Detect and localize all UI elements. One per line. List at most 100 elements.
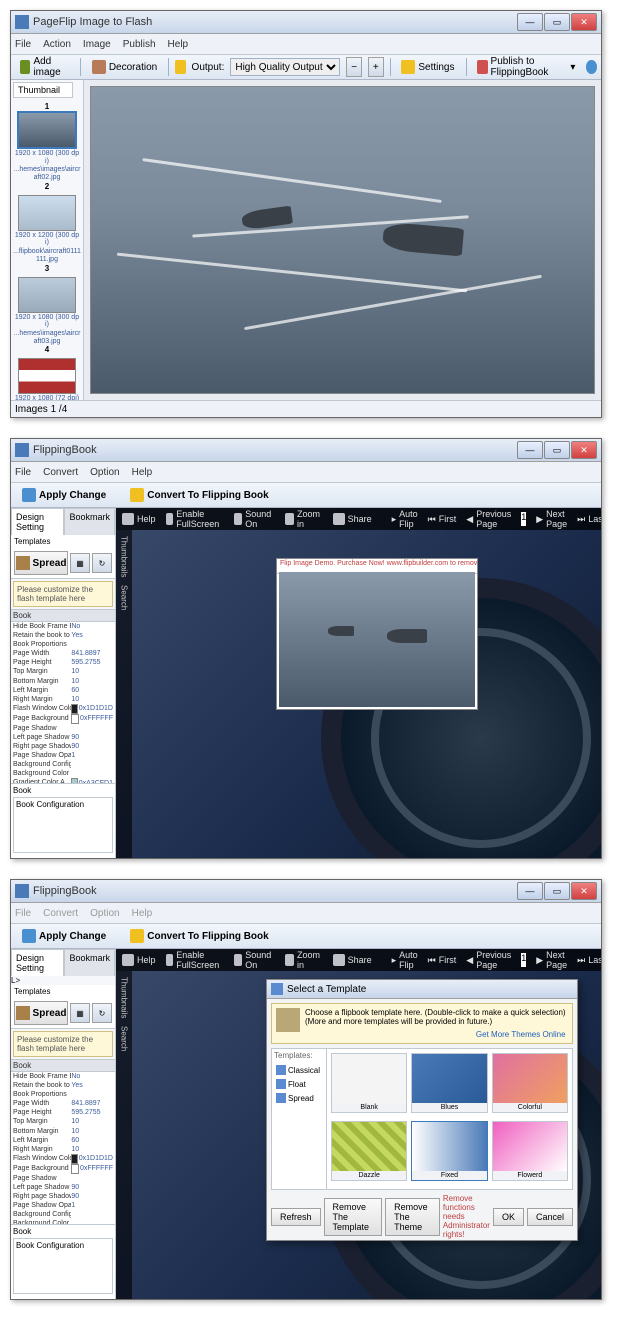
publish-button[interactable]: Publish to FlippingBook▾ xyxy=(472,54,580,80)
zoom-button[interactable]: Zoom in xyxy=(285,509,323,529)
convert-button[interactable]: Convert To Flipping Book xyxy=(125,927,273,945)
autoflip-button[interactable]: ▸Auto Flip xyxy=(392,950,418,970)
property-row[interactable]: Top Margin10 xyxy=(11,667,115,676)
property-row[interactable]: Hide Book Frame BarNo xyxy=(11,1072,115,1081)
property-row[interactable]: Book Proportions xyxy=(11,1090,115,1099)
template-cat-classical[interactable]: Classical xyxy=(274,1063,324,1077)
prev-page-button[interactable]: ◀Previous Page xyxy=(466,509,511,529)
ok-button[interactable]: OK xyxy=(493,1208,524,1226)
search-tab[interactable]: Search xyxy=(120,585,129,610)
maximize-button[interactable]: ▭ xyxy=(544,441,570,459)
property-row[interactable]: Left page Shadow90 xyxy=(11,733,115,742)
property-row[interactable]: Page Width841.8897 xyxy=(11,1099,115,1108)
template-card-dazzle[interactable]: Dazzle xyxy=(331,1121,407,1181)
fullscreen-button[interactable]: Enable FullScreen xyxy=(166,950,224,970)
menu-file[interactable]: File xyxy=(15,39,31,50)
property-row[interactable]: Left Margin60 xyxy=(11,1136,115,1145)
tab-design-setting[interactable]: Design Setting xyxy=(11,949,64,976)
add-image-button[interactable]: Add image xyxy=(15,54,74,80)
share-button[interactable]: Share xyxy=(333,513,372,525)
property-row[interactable]: Page Shadow xyxy=(11,724,115,733)
remove-theme-button[interactable]: Remove The Theme xyxy=(385,1198,440,1236)
search-tab[interactable]: Search xyxy=(120,1026,129,1051)
last-button[interactable]: ⏭Last xyxy=(577,955,601,966)
property-list[interactable]: Book Hide Book Frame BarNoRetain the boo… xyxy=(11,609,115,783)
template-card-flowerd[interactable]: Flowerd xyxy=(492,1121,568,1181)
apply-change-button[interactable]: Apply Change xyxy=(17,486,111,504)
thumbnail-item[interactable]: 1920 x 1080 (300 dpi) ...hemes\images\ai… xyxy=(13,277,81,355)
template-cat-spread[interactable]: Spread xyxy=(274,1091,324,1105)
property-row[interactable]: Page Background Color0xFFFFFF xyxy=(11,1164,115,1174)
book-configuration[interactable]: Book Configuration xyxy=(13,797,113,853)
menu-help[interactable]: Help xyxy=(168,39,189,50)
help-button[interactable]: Help xyxy=(122,513,156,525)
property-row[interactable]: Right page Shadow90 xyxy=(11,1192,115,1201)
menu-help[interactable]: Help xyxy=(132,467,153,478)
property-row[interactable]: Left page Shadow90 xyxy=(11,1183,115,1192)
page-input[interactable]: 1 xyxy=(521,953,526,967)
property-row[interactable]: Page Shadow xyxy=(11,1174,115,1183)
thumbnail-tab[interactable]: Thumbnail xyxy=(13,82,73,98)
convert-button[interactable]: Convert To Flipping Book xyxy=(125,486,273,504)
close-button[interactable]: ✕ xyxy=(571,441,597,459)
last-button[interactable]: ⏭Last xyxy=(577,514,601,525)
next-page-button[interactable]: ▶Next Page xyxy=(536,509,567,529)
property-row[interactable]: Book Proportions xyxy=(11,640,115,649)
property-row[interactable]: Right page Shadow90 xyxy=(11,742,115,751)
decoration-button[interactable]: Decoration xyxy=(87,58,162,76)
refresh-button[interactable]: ↻ xyxy=(92,1003,112,1023)
property-row[interactable]: Page Background Color0xFFFFFF xyxy=(11,714,115,724)
zoom-out-button[interactable]: − xyxy=(346,57,362,77)
property-row[interactable]: Bottom Margin10 xyxy=(11,677,115,686)
minimize-button[interactable]: — xyxy=(517,441,543,459)
refresh-button[interactable]: Refresh xyxy=(271,1208,321,1226)
get-more-themes-link[interactable]: Get More Themes Online xyxy=(305,1026,566,1039)
template-select-button[interactable]: ▦ xyxy=(70,1003,90,1023)
menu-option[interactable]: Option xyxy=(90,467,119,478)
maximize-button[interactable]: ▭ xyxy=(544,13,570,31)
property-row[interactable]: Flash Window Color0x1D1D1D xyxy=(11,1154,115,1164)
settings-button[interactable]: Settings xyxy=(396,58,459,76)
output-select[interactable]: High Quality Output xyxy=(230,58,340,76)
property-row[interactable]: Right Margin10 xyxy=(11,695,115,704)
help-button[interactable]: Help xyxy=(122,954,156,966)
thumbnail-item[interactable]: 1920 x 1080 (72 dpi) xyxy=(13,358,81,400)
property-row[interactable]: Background Color xyxy=(11,769,115,778)
menu-image[interactable]: Image xyxy=(83,39,111,50)
property-row[interactable]: Left Margin60 xyxy=(11,686,115,695)
fullscreen-button[interactable]: Enable FullScreen xyxy=(166,509,224,529)
close-button[interactable]: ✕ xyxy=(571,13,597,31)
property-row[interactable]: Page Shadow Opacity1 xyxy=(11,1201,115,1210)
thumbnails-tab[interactable]: Thumbnails xyxy=(120,977,129,1018)
property-row[interactable]: Bottom Margin10 xyxy=(11,1127,115,1136)
first-button[interactable]: ⏮First xyxy=(428,514,457,525)
maximize-button[interactable]: ▭ xyxy=(544,882,570,900)
property-row[interactable]: Background Config xyxy=(11,1210,115,1219)
help-icon[interactable] xyxy=(586,60,597,74)
thumbnails-tab[interactable]: Thumbnails xyxy=(120,536,129,577)
apply-change-button[interactable]: Apply Change xyxy=(17,927,111,945)
property-row[interactable]: Right Margin10 xyxy=(11,1145,115,1154)
property-row[interactable]: Page Height595.2755 xyxy=(11,658,115,667)
property-row[interactable]: Page Height595.2755 xyxy=(11,1108,115,1117)
book-configuration[interactable]: Book Configuration xyxy=(13,1238,113,1294)
close-button[interactable]: ✕ xyxy=(571,882,597,900)
cancel-button[interactable]: Cancel xyxy=(527,1208,573,1226)
spread-button[interactable]: Spread xyxy=(14,1001,68,1025)
template-card-colorful[interactable]: Colorful xyxy=(492,1053,568,1113)
menu-publish[interactable]: Publish xyxy=(123,39,156,50)
prev-page-button[interactable]: ◀Previous Page xyxy=(466,950,511,970)
zoom-in-button[interactable]: + xyxy=(368,57,384,77)
minimize-button[interactable]: — xyxy=(517,13,543,31)
template-select-button[interactable]: ▦ xyxy=(70,553,90,573)
menu-file[interactable]: File xyxy=(15,467,31,478)
property-list[interactable]: Book Hide Book Frame BarNoRetain the boo… xyxy=(11,1059,115,1224)
template-card-fixed[interactable]: Fixed xyxy=(411,1121,487,1181)
thumbnail-item[interactable]: 1 1920 x 1080 (300 dpi) ...hemes\images\… xyxy=(13,102,81,191)
share-button[interactable]: Share xyxy=(333,954,372,966)
tab-design-setting[interactable]: Design Setting xyxy=(11,508,64,535)
spread-button[interactable]: Spread xyxy=(14,551,68,575)
template-card-blank[interactable]: Blank xyxy=(331,1053,407,1113)
property-row[interactable]: Background Config xyxy=(11,760,115,769)
thumbnail-item[interactable]: 1920 x 1200 (300 dpi) ...flipbook\aircra… xyxy=(13,195,81,273)
